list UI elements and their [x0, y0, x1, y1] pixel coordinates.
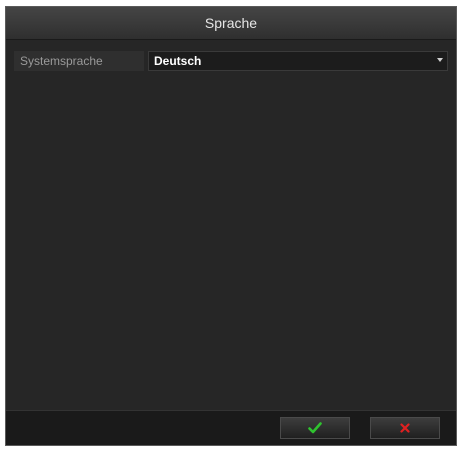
- system-language-select[interactable]: Deutsch: [148, 51, 448, 71]
- cancel-button[interactable]: [370, 417, 440, 439]
- checkmark-icon: [308, 422, 322, 434]
- dialog-footer: [6, 410, 456, 445]
- system-language-label: Systemsprache: [14, 51, 144, 71]
- close-icon: [400, 423, 410, 433]
- dialog-title: Sprache: [204, 15, 258, 31]
- system-language-value: Deutsch: [154, 54, 202, 68]
- language-dialog: Sprache Systemsprache Deutsch: [5, 6, 457, 446]
- dialog-titlebar: Sprache: [6, 7, 456, 40]
- system-language-row: Systemsprache Deutsch: [14, 51, 448, 71]
- chevron-down-icon: [437, 58, 443, 62]
- ok-button[interactable]: [280, 417, 350, 439]
